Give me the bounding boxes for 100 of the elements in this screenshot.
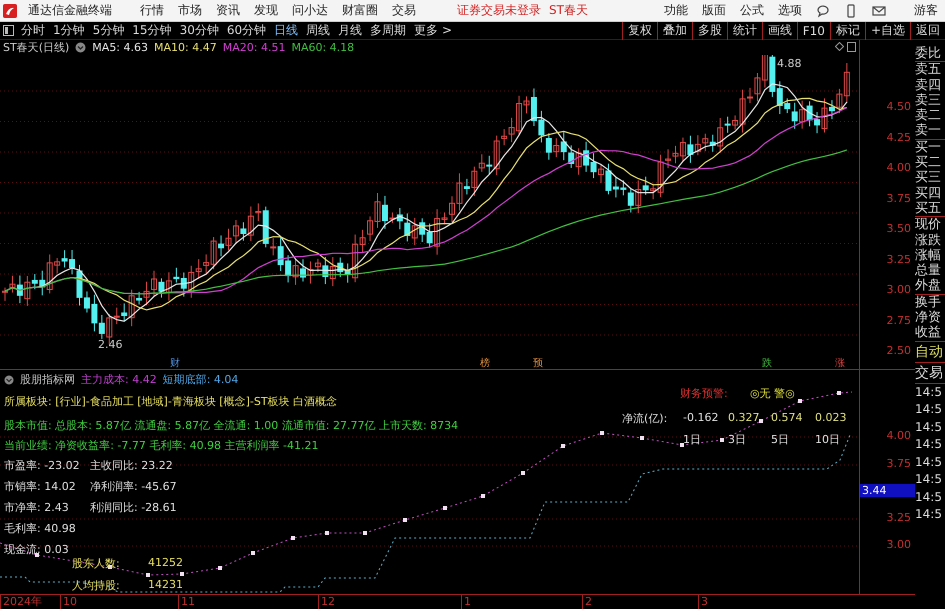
period-label: 3日: [728, 432, 746, 447]
login-status: ST春天: [548, 2, 589, 19]
quote-label: 换手: [915, 294, 942, 310]
current-price-label: 3.44: [860, 484, 915, 497]
period-tab[interactable]: 周线: [302, 22, 334, 39]
period-label: 10日: [815, 432, 840, 447]
ratio-text: 净利润率: -45.67: [90, 479, 177, 494]
axis-label: 4.00: [886, 160, 911, 176]
moving-average-label: MA20: 4.51: [222, 41, 286, 54]
toolbar-button[interactable]: +自选: [864, 22, 910, 40]
menu-item[interactable]: 市场: [171, 2, 209, 19]
period-label: 5日: [771, 432, 789, 447]
period-tab[interactable]: 更多 >: [410, 22, 456, 39]
menu-item[interactable]: 选项: [771, 2, 809, 19]
menu-item[interactable]: 财富圈: [335, 2, 385, 19]
menu-item[interactable]: 资讯: [209, 2, 247, 19]
period-tab[interactable]: 5分钟: [88, 22, 128, 39]
sidebar-button[interactable]: 交易: [915, 362, 945, 384]
quote-label: 买四: [915, 186, 942, 201]
holder-value: 14231: [148, 578, 183, 591]
period-tab[interactable]: 日线: [270, 22, 302, 39]
quote-label: 收益: [915, 325, 942, 341]
ratio-text: 毛利率: 40.98: [4, 521, 76, 536]
toolbar-button[interactable]: 标记: [830, 22, 865, 40]
time-axis-label: 2: [582, 595, 592, 609]
menu-item[interactable]: 问小达: [285, 2, 335, 19]
chevron-circle-icon[interactable]: [75, 42, 86, 53]
toolbar-button[interactable]: 统计: [726, 22, 762, 40]
time-axis-label: 10: [60, 595, 77, 609]
trade-time: 14:5: [915, 418, 943, 436]
toolbar-button[interactable]: 复权: [622, 22, 657, 40]
toolbar-button[interactable]: 多股: [692, 22, 727, 40]
period-tab[interactable]: 1分钟: [49, 22, 89, 39]
period-tab[interactable]: 月线: [334, 22, 366, 39]
quote-label: 卖四: [915, 78, 942, 93]
user-name[interactable]: 游客: [907, 2, 945, 19]
menu-item[interactable]: 交易: [385, 2, 423, 19]
app-title: 通达信金融终端: [27, 2, 113, 19]
menu-item[interactable]: 发现: [247, 2, 285, 19]
event-marker: 财: [170, 356, 180, 370]
holder-label: 股东人数:: [72, 556, 120, 571]
menu-item[interactable]: 公式: [733, 2, 771, 19]
panel-toggle-icon[interactable]: [3, 25, 14, 36]
chat-bubble-icon[interactable]: [816, 4, 830, 18]
price-label: 4.88: [777, 57, 802, 70]
axis-label: 4.00: [886, 429, 911, 442]
period-tab[interactable]: 15分钟: [128, 22, 176, 39]
netflow-label: 净流(亿):: [622, 411, 668, 426]
quote-label: 买五: [915, 200, 942, 216]
period-tab[interactable]: 30分钟: [176, 22, 223, 39]
period-tab[interactable]: 多周期: [366, 22, 410, 39]
diamond-icon[interactable]: [835, 42, 844, 51]
menu-item[interactable]: 版面: [695, 2, 733, 19]
price-label: 2.46: [98, 338, 122, 351]
netflow-value: 0.023: [815, 411, 846, 424]
moving-average-label: MA10: 4.47: [154, 41, 217, 54]
ratio-text: 市销率: 14.02: [4, 479, 76, 494]
holder-value: 41252: [148, 556, 183, 569]
chart-title: ST春天(日线): [3, 40, 70, 55]
warning-label: 财务预警:: [680, 386, 728, 401]
toolbar-button[interactable]: 返回: [910, 22, 945, 40]
capital-info: 股本市值: 总股本: 5.87亿 流通盘: 5.87亿 全流通: 1.00 流通市值: 27.77亿 上市天数: 8734: [4, 418, 458, 433]
quote-label: 卖二: [915, 108, 942, 124]
sidebar-button[interactable]: 自动: [915, 342, 945, 363]
panel-toggle-icon[interactable]: [847, 42, 856, 52]
chevron-circle-icon[interactable]: [4, 374, 14, 384]
trade-time: 14:5: [915, 436, 943, 454]
menu-item[interactable]: 功能: [657, 2, 695, 19]
indicator-value: 短期底部: 4.04: [162, 372, 238, 387]
quote-label: 卖五: [915, 62, 942, 78]
login-status: 证券交易未登录: [456, 2, 542, 19]
trade-time: 14:5: [915, 488, 943, 506]
time-axis-label: 1: [461, 595, 471, 609]
mail-icon[interactable]: [872, 4, 886, 18]
indicator-name: 股朋指标网: [20, 372, 75, 387]
axis-label: 4.25: [886, 130, 911, 146]
quote-label: 委比: [915, 46, 942, 62]
event-marker: 榜: [480, 356, 490, 370]
time-axis-label: 3: [698, 595, 708, 609]
axis-label: 2.75: [886, 312, 911, 328]
axis-label: 3.50: [886, 221, 911, 237]
time-axis-label: 11: [178, 595, 195, 609]
quote-label: 买二: [915, 155, 942, 170]
period-tab[interactable]: 分时: [17, 22, 49, 39]
quote-label: 买三: [915, 170, 942, 186]
ratio-text: 主收同比: 23.22: [90, 458, 173, 473]
toolbar-button[interactable]: 画线: [762, 22, 797, 40]
event-marker: 跌: [762, 356, 772, 370]
menu-item[interactable]: 行情: [133, 2, 171, 19]
event-marker: 涨: [835, 356, 845, 370]
toolbar-button[interactable]: 叠加: [656, 22, 692, 40]
toolbar-button[interactable]: F10: [796, 22, 830, 40]
indicator-value: 主力成本: 4.42: [81, 372, 157, 387]
netflow-value: 0.574: [771, 411, 802, 424]
ratio-text: 市净率: 2.43: [4, 500, 69, 515]
axis-label: 4.50: [886, 99, 911, 115]
sector-info: 所属板块: [行业]-食品加工 [地域]-青海板块 [概念]-ST板块 白酒概念: [4, 394, 338, 409]
period-tab[interactable]: 60分钟: [222, 22, 270, 39]
quote-label: 卖三: [915, 92, 942, 108]
netflow-value: 0.327: [728, 411, 760, 424]
